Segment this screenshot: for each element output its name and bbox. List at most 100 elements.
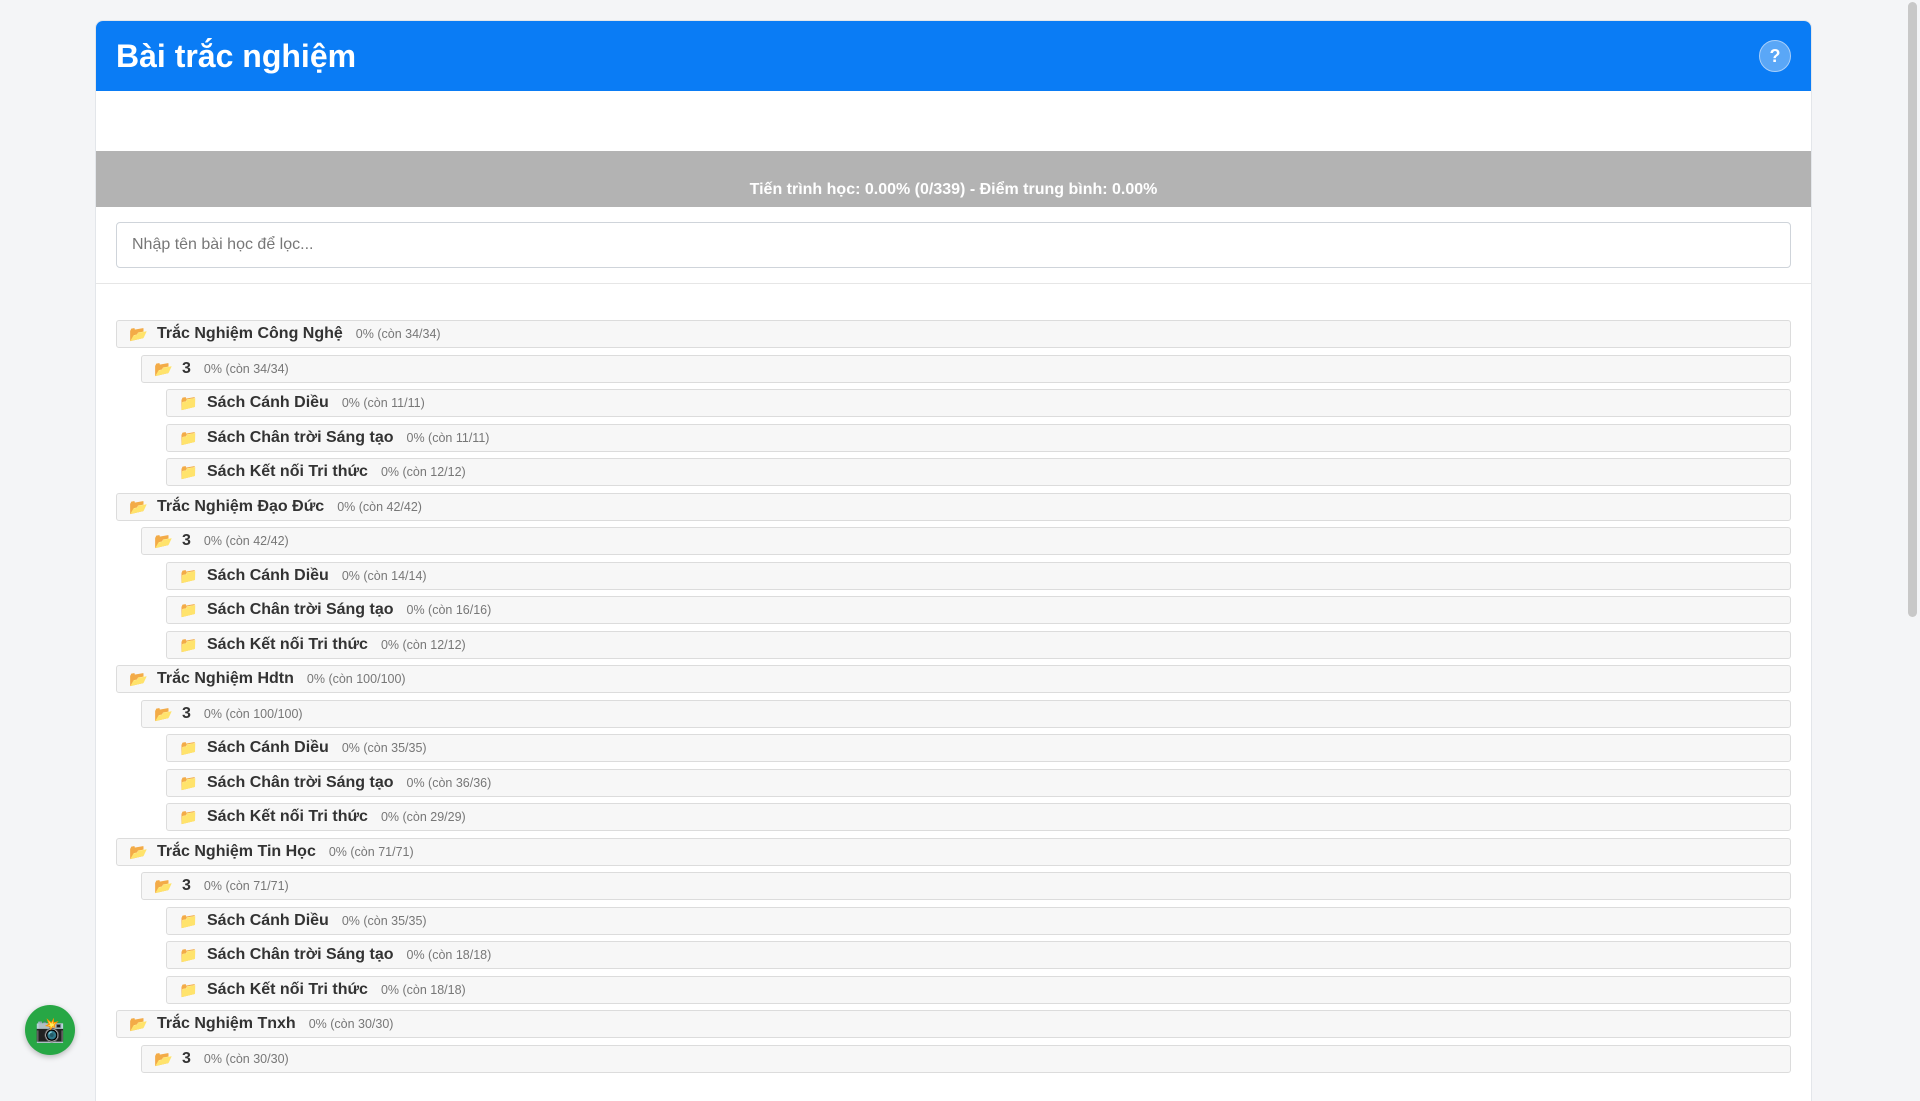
folder-name[interactable]: Sách Chân trời Sáng tạo	[207, 601, 394, 619]
folder-icon: 📁	[179, 636, 198, 654]
folder-progress: 0% (còn 18/18)	[406, 948, 492, 962]
folder-open-icon: 📂	[129, 498, 148, 516]
page-scrollbar[interactable]	[1905, 0, 1920, 1080]
grade-folder[interactable]: 📂 3 0% (còn 34/34)	[141, 354, 1791, 383]
folder-icon: 📁	[179, 740, 198, 757]
folder-icon: 📁	[179, 567, 198, 585]
folder-progress: 0% (còn 30/30)	[308, 1017, 394, 1031]
grade-folder[interactable]: 📂 3 0% (còn 71/71)	[141, 872, 1791, 900]
subject-folder[interactable]: 📂 Trắc Nghiệm Công Nghệ 0% (còn 34/34)	[116, 320, 1791, 348]
filter-section	[96, 207, 1811, 284]
folder-progress: 0% (còn 71/71)	[328, 844, 414, 859]
folder-progress: 0% (còn 100/100)	[306, 672, 406, 686]
subject-folder[interactable]: 📂 Trắc Nghiệm Đạo Đức 0% (còn 42/42)	[116, 492, 1791, 521]
folder-name[interactable]: 3	[182, 360, 191, 378]
folder-name[interactable]: Sách Kết nối Tri thức	[207, 463, 368, 481]
folder-name[interactable]: Sách Chân trời Sáng tạo	[207, 946, 394, 964]
folder-name[interactable]: Trắc Nghiệm Tnxh	[157, 1015, 296, 1033]
grade-folder[interactable]: 📂 3 0% (còn 100/100)	[141, 699, 1791, 728]
main-container: Bài trắc nghiệm ? Tiến trình học: 0.00% …	[95, 20, 1812, 1101]
folder-name[interactable]: Trắc Nghiệm Đạo Đức	[157, 498, 324, 516]
folder-progress: 0% (còn 12/12)	[380, 465, 466, 479]
folder-icon: 📁	[179, 602, 198, 619]
folder-progress: 0% (còn 30/30)	[203, 1051, 289, 1066]
page-title: Bài trắc nghiệm	[116, 37, 357, 74]
lesson-filter-input[interactable]	[116, 222, 1791, 268]
book-folder[interactable]: 📁 Sách Kết nối Tri thức 0% (còn 29/29)	[166, 803, 1791, 831]
folder-progress: 0% (còn 36/36)	[406, 775, 492, 790]
folder-name[interactable]: 3	[182, 1050, 191, 1068]
screenshot-button[interactable]: 📸	[25, 1005, 75, 1055]
folder-name[interactable]: 3	[182, 532, 191, 550]
subject-folder[interactable]: 📂 Trắc Nghiệm Tin Học 0% (còn 71/71)	[116, 837, 1791, 866]
folder-icon: 📁	[179, 774, 198, 792]
folder-progress: 0% (còn 14/14)	[341, 568, 427, 583]
folder-name[interactable]: Sách Cánh Diều	[207, 912, 329, 930]
scrollbar-thumb[interactable]	[1908, 2, 1917, 617]
folder-name[interactable]: Trắc Nghiệm Tin Học	[157, 843, 316, 861]
folder-name[interactable]: Sách Cánh Diều	[207, 739, 329, 757]
folder-name[interactable]: Sách Kết nối Tri thức	[207, 981, 368, 999]
folder-progress: 0% (còn 35/35)	[341, 913, 427, 928]
folder-open-icon: 📂	[154, 533, 173, 550]
folder-icon: 📁	[179, 947, 198, 964]
folder-name[interactable]: Sách Kết nối Tri thức	[207, 808, 368, 826]
header-spacer	[96, 91, 1811, 151]
grade-folder[interactable]: 📂 3 0% (còn 30/30)	[141, 1044, 1791, 1073]
folder-open-icon: 📂	[154, 1050, 173, 1068]
folder-icon: 📁	[179, 395, 198, 412]
folder-name[interactable]: Sách Kết nối Tri thức	[207, 636, 368, 654]
folder-name[interactable]: Sách Cánh Diều	[207, 567, 329, 585]
book-folder[interactable]: 📁 Sách Chân trời Sáng tạo 0% (còn 18/18)	[166, 941, 1791, 969]
folder-progress: 0% (còn 11/11)	[341, 396, 425, 410]
book-folder[interactable]: 📁 Sách Cánh Diều 0% (còn 11/11)	[166, 389, 1791, 417]
folder-name[interactable]: Trắc Nghiệm Hdtn	[157, 670, 294, 688]
folder-open-icon: 📂	[129, 326, 148, 343]
progress-text: Tiến trình học: 0.00% (0/339) - Điểm tru…	[749, 181, 1158, 198]
folder-progress: 0% (còn 11/11)	[406, 430, 490, 445]
header-bar: Bài trắc nghiệm ?	[96, 21, 1811, 91]
folder-name[interactable]: Sách Cánh Diều	[207, 394, 329, 412]
folder-icon: 📁	[179, 809, 198, 826]
book-folder[interactable]: 📁 Sách Cánh Diều 0% (còn 14/14)	[166, 561, 1791, 590]
folder-progress: 0% (còn 34/34)	[203, 361, 289, 376]
book-folder[interactable]: 📁 Sách Kết nối Tri thức 0% (còn 12/12)	[166, 458, 1791, 486]
folder-name[interactable]: Sách Chân trời Sáng tạo	[207, 429, 394, 447]
subject-folder[interactable]: 📂 Trắc Nghiệm Tnxh 0% (còn 30/30)	[116, 1010, 1791, 1038]
book-folder[interactable]: 📁 Sách Chân trời Sáng tạo 0% (còn 16/16)	[166, 596, 1791, 624]
lesson-tree: 📂 Trắc Nghiệm Công Nghệ 0% (còn 34/34) 📂 3 0%…	[96, 284, 1811, 1073]
folder-icon: 📁	[179, 429, 198, 447]
book-folder[interactable]: 📁 Sách Cánh Diều 0% (còn 35/35)	[166, 906, 1791, 935]
subject-folder[interactable]: 📂 Trắc Nghiệm Hdtn 0% (còn 100/100)	[116, 665, 1791, 693]
book-folder[interactable]: 📁 Sách Kết nối Tri thức 0% (còn 12/12)	[166, 630, 1791, 659]
folder-progress: 0% (còn 35/35)	[341, 741, 427, 755]
folder-progress: 0% (còn 29/29)	[380, 810, 466, 824]
folder-progress: 0% (còn 42/42)	[203, 534, 289, 548]
folder-open-icon: 📂	[154, 878, 173, 895]
folder-open-icon: 📂	[129, 843, 148, 861]
folder-icon: 📁	[179, 912, 198, 930]
folder-name[interactable]: 3	[182, 877, 191, 895]
help-button[interactable]: ?	[1759, 40, 1791, 72]
book-folder[interactable]: 📁 Sách Kết nối Tri thức 0% (còn 18/18)	[166, 975, 1791, 1004]
folder-open-icon: 📂	[154, 705, 173, 723]
folder-progress: 0% (còn 42/42)	[337, 499, 422, 514]
progress-banner: Tiến trình học: 0.00% (0/339) - Điểm tru…	[96, 151, 1811, 207]
folder-icon: 📁	[179, 464, 198, 481]
folder-name[interactable]: 3	[182, 705, 191, 723]
folder-progress: 0% (còn 18/18)	[380, 982, 466, 997]
folder-progress: 0% (còn 12/12)	[380, 637, 466, 652]
folder-name[interactable]: Trắc Nghiệm Công Nghệ	[157, 325, 343, 343]
folder-icon: 📁	[179, 981, 198, 999]
folder-progress: 0% (còn 34/34)	[355, 327, 441, 341]
book-folder[interactable]: 📁 Sách Chân trời Sáng tạo 0% (còn 11/11)	[166, 423, 1791, 452]
camera-icon: 📸	[35, 1016, 65, 1044]
folder-open-icon: 📂	[129, 1016, 148, 1033]
folder-progress: 0% (còn 100/100)	[203, 706, 303, 721]
book-folder[interactable]: 📁 Sách Cánh Diều 0% (còn 35/35)	[166, 734, 1791, 762]
grade-folder[interactable]: 📂 3 0% (còn 42/42)	[141, 527, 1791, 555]
folder-name[interactable]: Sách Chân trời Sáng tạo	[207, 774, 394, 792]
book-folder[interactable]: 📁 Sách Chân trời Sáng tạo 0% (còn 36/36)	[166, 768, 1791, 797]
folder-progress: 0% (còn 71/71)	[203, 879, 289, 893]
folder-open-icon: 📂	[129, 671, 148, 688]
